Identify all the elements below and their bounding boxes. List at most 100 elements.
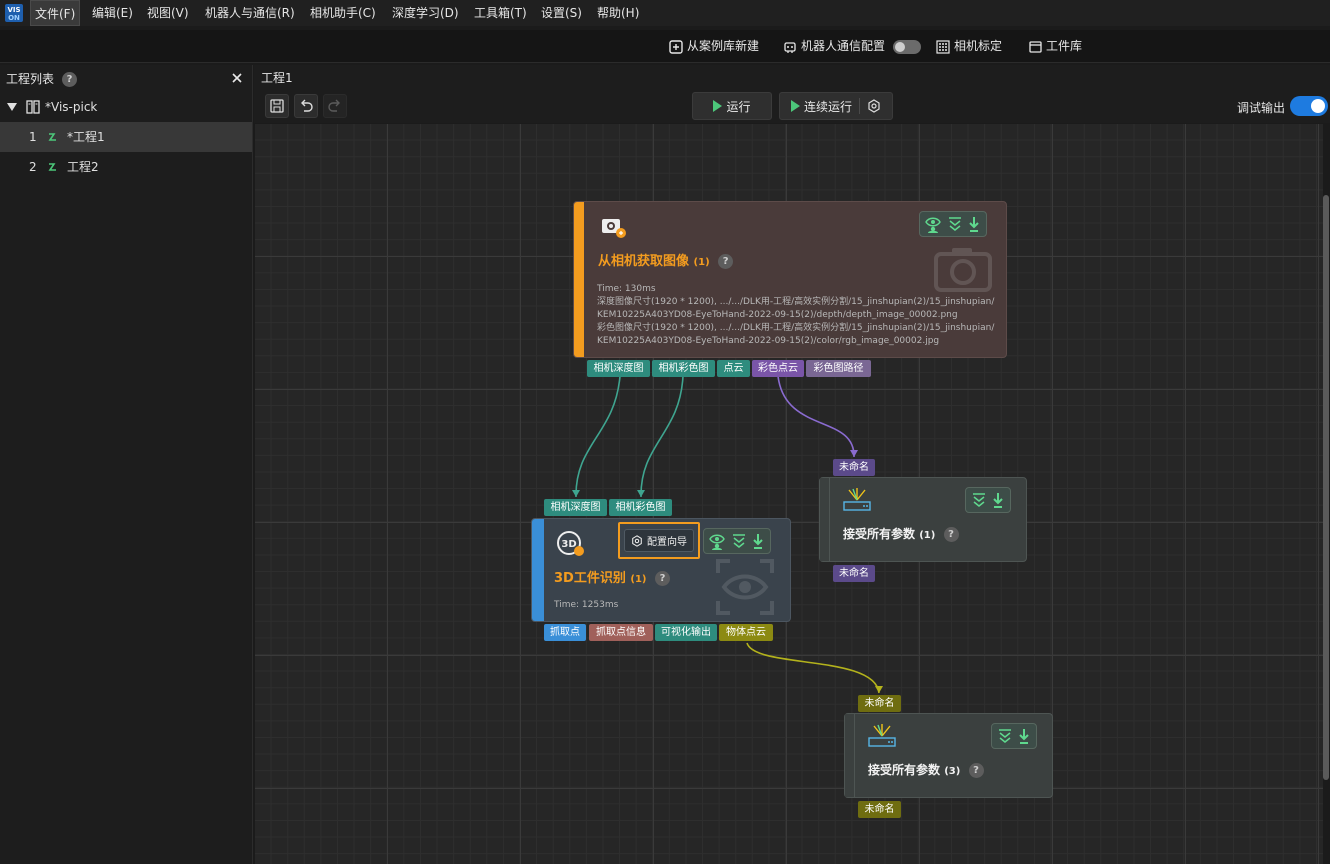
- output-port-grasp-info[interactable]: 抓取点信息: [589, 624, 653, 641]
- robot-comm-toggle[interactable]: [893, 39, 922, 54]
- new-from-case-button[interactable]: 从案例库新建: [669, 30, 759, 63]
- canvas-scrollbar[interactable]: [1323, 195, 1329, 780]
- tab-project1[interactable]: 工程1: [261, 69, 293, 86]
- download-icon[interactable]: [751, 533, 765, 549]
- project-icon: [48, 163, 56, 171]
- settings-hex-icon[interactable]: [867, 99, 881, 113]
- node-controls: [991, 723, 1037, 749]
- graph-canvas[interactable]: 从相机获取图像 (1) ? Time: 130ms 深度图像尺寸(1920 * …: [255, 124, 1323, 864]
- output-port-unnamed[interactable]: 未命名: [833, 565, 875, 582]
- camera-watermark-icon: [934, 248, 992, 292]
- node-accent-bar: [574, 202, 584, 357]
- menu-deep-learning[interactable]: 深度学习(D): [388, 0, 463, 26]
- download-icon[interactable]: [967, 216, 981, 232]
- output-port-depth[interactable]: 相机深度图: [587, 360, 650, 377]
- menu-toolbox[interactable]: 工具箱(T): [470, 0, 531, 26]
- menu-settings[interactable]: 设置(S): [537, 0, 586, 26]
- continuous-run-button[interactable]: 连续运行: [779, 92, 893, 120]
- node-accent-bar: [532, 519, 544, 621]
- solution-icon: [26, 100, 40, 114]
- collapse-icon[interactable]: [947, 216, 963, 232]
- help-icon[interactable]: ?: [943, 527, 959, 542]
- collapse-icon[interactable]: [997, 728, 1013, 744]
- app-logo-icon: VIS ON: [5, 4, 23, 22]
- help-icon[interactable]: ?: [62, 72, 77, 87]
- arrow-head: [572, 490, 580, 497]
- node-info-line: KEM10225A403YD08-EyeToHand-2022-09-15(2)…: [597, 310, 958, 320]
- node-title-text: 从相机获取图像: [598, 254, 690, 269]
- node-title-text: 接受所有参数: [868, 763, 941, 777]
- receive-all-params-node-3[interactable]: 接受所有参数 (3) ?: [844, 713, 1053, 798]
- project-name: 工程2: [67, 160, 99, 174]
- input-port-unnamed[interactable]: 未命名: [833, 459, 875, 476]
- output-port-object-pointcloud[interactable]: 物体点云: [719, 624, 773, 641]
- output-port-unnamed[interactable]: 未命名: [858, 801, 901, 818]
- arrow-head: [637, 490, 645, 497]
- menu-file[interactable]: 文件(F): [30, 0, 81, 26]
- node-title-text: 3D工件识别: [554, 571, 626, 586]
- run-button[interactable]: 运行: [692, 92, 772, 120]
- settings-hex-icon: [632, 534, 642, 547]
- visualize-icon[interactable]: [925, 215, 943, 233]
- output-port-grasp-point[interactable]: 抓取点: [544, 624, 586, 641]
- input-port-unnamed[interactable]: 未命名: [858, 695, 901, 712]
- output-port-color[interactable]: 相机彩色图: [652, 360, 715, 377]
- config-wizard-button[interactable]: 配置向导: [624, 529, 694, 552]
- solution-row[interactable]: *Vis-pick: [0, 92, 252, 122]
- node-title-text: 接受所有参数: [843, 527, 916, 541]
- capture-images-node[interactable]: 从相机获取图像 (1) ? Time: 130ms 深度图像尺寸(1920 * …: [573, 201, 1007, 358]
- visualize-icon[interactable]: [709, 532, 727, 550]
- connection-object-pointcloud: [746, 642, 880, 694]
- collapse-icon[interactable]: [971, 492, 987, 508]
- help-icon[interactable]: ?: [718, 254, 734, 269]
- node-accent-bar: [820, 478, 830, 561]
- undo-button[interactable]: [294, 94, 318, 118]
- connection-depth: [575, 375, 621, 498]
- node-info-line: 彩色图像尺寸(1920 * 1200), .../.../DLK用-工程/高效实…: [597, 323, 995, 333]
- library-icon: [1029, 41, 1042, 53]
- robot-comm-config-label: 机器人通信配置: [801, 39, 886, 53]
- camera-calibration-label: 相机标定: [954, 39, 1003, 53]
- output-port-visualization[interactable]: 可视化输出: [655, 624, 717, 641]
- redo-button[interactable]: [323, 94, 347, 118]
- download-icon[interactable]: [1017, 728, 1031, 744]
- receiver-icon: [868, 724, 896, 747]
- robot-comm-config-button[interactable]: 机器人通信配置: [783, 30, 922, 63]
- menu-view[interactable]: 视图(V): [143, 0, 193, 26]
- expand-triangle-icon[interactable]: [7, 103, 17, 111]
- output-port-pointcloud[interactable]: 点云: [717, 360, 750, 377]
- debug-output-toggle[interactable]: [1290, 96, 1328, 116]
- node-count: (1): [919, 530, 936, 541]
- node-title: 从相机获取图像 (1) ?: [598, 250, 734, 269]
- download-icon[interactable]: [991, 492, 1005, 508]
- close-icon[interactable]: [231, 72, 243, 84]
- menu-camera-assistant[interactable]: 相机助手(C): [306, 0, 380, 26]
- node-controls: [965, 487, 1011, 513]
- solution-name: *Vis-pick: [45, 100, 98, 114]
- camera-calibration-button[interactable]: 相机标定: [936, 30, 1002, 63]
- add-square-icon: [669, 39, 683, 54]
- 3d-workpiece-recognition-node[interactable]: 3D 配置向导 3D工件识别 (1) ? Time: 1253ms: [531, 518, 791, 622]
- eye-watermark-icon: [716, 559, 774, 615]
- node-info-line: KEM10225A403YD08-EyeToHand-2022-09-15(2)…: [597, 336, 940, 346]
- input-port-color[interactable]: 相机彩色图: [609, 499, 672, 516]
- help-icon[interactable]: ?: [968, 763, 984, 778]
- node-info-line: 深度图像尺寸(1920 * 1200), .../.../DLK用-工程/高效实…: [597, 297, 995, 307]
- receive-all-params-node-1[interactable]: 接受所有参数 (1) ?: [819, 477, 1027, 562]
- project-row-2[interactable]: 2 工程2: [0, 152, 252, 182]
- output-port-color-pointcloud[interactable]: 彩色点云: [752, 360, 804, 377]
- connection-color-pointcloud: [777, 375, 855, 458]
- camera-icon: [602, 219, 626, 238]
- save-button[interactable]: [265, 94, 289, 118]
- menu-robot-comm[interactable]: 机器人与通信(R): [201, 0, 299, 26]
- help-icon[interactable]: ?: [655, 571, 671, 586]
- output-port-color-image-path[interactable]: 彩色图路径: [806, 360, 871, 377]
- project-row-1[interactable]: 1 *工程1: [0, 122, 252, 152]
- workpiece-library-button[interactable]: 工件库: [1029, 30, 1082, 63]
- collapse-icon[interactable]: [731, 533, 747, 549]
- menu-edit[interactable]: 编辑(E): [88, 0, 137, 26]
- node-accent-bar: [845, 714, 855, 797]
- input-port-depth[interactable]: 相机深度图: [544, 499, 607, 516]
- menu-help[interactable]: 帮助(H): [593, 0, 643, 26]
- node-title: 接受所有参数 (1) ?: [843, 525, 959, 542]
